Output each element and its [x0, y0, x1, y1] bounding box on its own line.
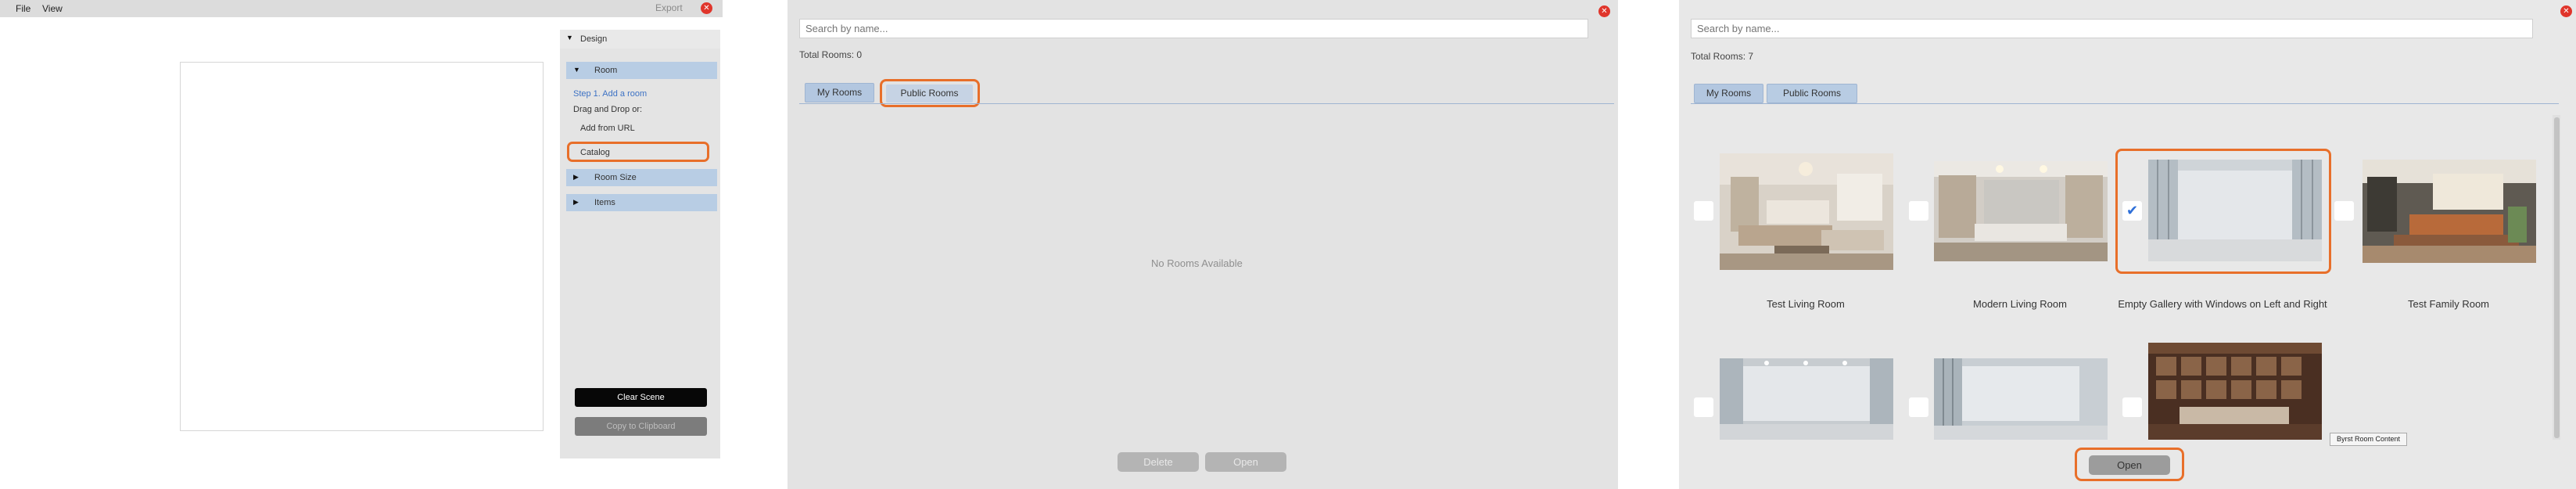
- items-section-header[interactable]: ▶ Items: [566, 194, 717, 211]
- empty-state-text: No Rooms Available: [1151, 257, 1243, 269]
- open-button[interactable]: Open: [2075, 448, 2184, 481]
- room-checkbox-checked[interactable]: ✔: [2122, 201, 2142, 221]
- triangle-down-icon: ▼: [566, 34, 573, 41]
- tab-public-rooms[interactable]: Public Rooms: [1767, 84, 1857, 103]
- tooltip: Byrst Room Content: [2330, 433, 2407, 446]
- open-button[interactable]: Open: [1205, 452, 1286, 472]
- step-link[interactable]: Step 1. Add a room: [573, 89, 647, 99]
- room-name: Empty Gallery with Windows on Left and R…: [2118, 298, 2327, 310]
- tab-my-rooms[interactable]: My Rooms: [1694, 84, 1763, 103]
- catalog-label: Catalog: [580, 148, 610, 157]
- menu-file[interactable]: File: [16, 3, 30, 14]
- scrollbar-thumb[interactable]: [2554, 117, 2560, 438]
- design-section-header[interactable]: ▼ Design: [560, 30, 720, 49]
- tab-divider: [1691, 103, 2559, 104]
- scene-canvas[interactable]: [180, 62, 544, 431]
- add-from-url-label: Add from URL: [580, 124, 635, 133]
- tab-my-rooms[interactable]: My Rooms: [805, 83, 874, 102]
- design-editor-window: File View Export ✕ ▼ Design ▼ Room Step …: [0, 0, 723, 489]
- room-thumbnail[interactable]: [2148, 343, 2322, 440]
- rooms-dialog-public: ✕ Total Rooms: 7 My Rooms Public Rooms T…: [1679, 0, 2576, 489]
- tab-divider: [799, 103, 1614, 104]
- close-icon[interactable]: ✕: [701, 2, 712, 14]
- close-icon[interactable]: ✕: [2560, 5, 2572, 17]
- menu-view[interactable]: View: [42, 3, 63, 14]
- delete-button[interactable]: Delete: [1118, 452, 1199, 472]
- menu-bar: File View Export ✕: [0, 0, 723, 17]
- design-section-label: Design: [580, 34, 608, 44]
- room-checkbox[interactable]: [1694, 201, 1713, 221]
- search-input[interactable]: [799, 19, 1588, 38]
- check-icon: ✔: [2126, 203, 2139, 218]
- catalog-button[interactable]: Catalog: [567, 142, 709, 162]
- copy-to-clipboard-button[interactable]: Copy to Clipboard: [575, 417, 707, 436]
- room-thumbnail[interactable]: [1934, 161, 2108, 261]
- room-thumbnail[interactable]: [1720, 153, 1893, 270]
- room-checkbox[interactable]: [1909, 201, 1928, 221]
- room-thumbnail[interactable]: [2363, 160, 2536, 263]
- search-input[interactable]: [1691, 19, 2533, 38]
- room-checkbox[interactable]: [1909, 397, 1928, 417]
- room-name: Modern Living Room: [1973, 298, 2067, 310]
- room-thumbnail[interactable]: [2148, 160, 2322, 261]
- design-sidebar: ▼ Design ▼ Room Step 1. Add a room Drag …: [560, 30, 720, 458]
- total-rooms-count: Total Rooms: 7: [1691, 51, 1754, 62]
- room-thumbnail[interactable]: [1720, 358, 1893, 440]
- room-section-label: Room: [594, 66, 618, 75]
- triangle-down-icon: ▼: [573, 66, 580, 74]
- triangle-right-icon: ▶: [573, 198, 579, 206]
- triangle-right-icon: ▶: [573, 173, 579, 181]
- total-rooms-count: Total Rooms: 0: [799, 49, 863, 60]
- add-from-url-button[interactable]: Add from URL: [567, 118, 708, 138]
- room-checkbox[interactable]: [2334, 201, 2354, 221]
- rooms-dialog-empty: ✕ Total Rooms: 0 My Rooms Public Rooms N…: [788, 0, 1618, 489]
- room-checkbox[interactable]: [1694, 397, 1713, 417]
- room-checkbox[interactable]: [2122, 397, 2142, 417]
- room-name: Test Family Room: [2407, 298, 2490, 310]
- room-size-section-header[interactable]: ▶ Room Size: [566, 169, 717, 186]
- room-name: Test Living Room: [1767, 298, 1845, 310]
- items-section-label: Items: [594, 198, 615, 207]
- room-thumbnail[interactable]: [1934, 358, 2108, 440]
- clear-scene-button[interactable]: Clear Scene: [575, 388, 707, 407]
- drag-drop-text: Drag and Drop or:: [573, 105, 643, 114]
- open-button-label: Open: [2089, 455, 2170, 475]
- tab-public-rooms-label: Public Rooms: [886, 84, 973, 102]
- room-size-section-label: Room Size: [594, 173, 637, 182]
- room-section-header[interactable]: ▼ Room: [566, 62, 717, 79]
- export-button[interactable]: Export: [655, 2, 683, 13]
- close-icon[interactable]: ✕: [1598, 5, 1610, 17]
